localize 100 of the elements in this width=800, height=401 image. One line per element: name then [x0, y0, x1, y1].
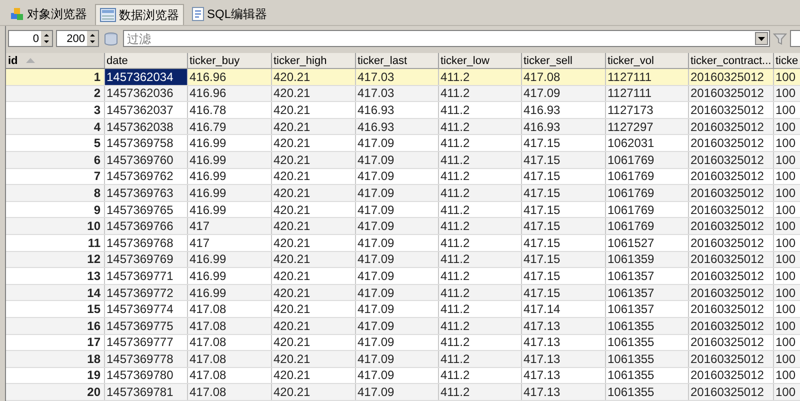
- row-number[interactable]: 1: [6, 68, 104, 86]
- column-header[interactable]: ticker_high: [271, 53, 355, 68]
- table-cell: 411.2: [438, 68, 521, 86]
- table-cell: 416.93: [355, 102, 438, 118]
- column-header[interactable]: ticker_sell: [521, 53, 605, 68]
- row-number[interactable]: 14: [6, 284, 104, 301]
- table-cell: 411.2: [438, 300, 521, 318]
- row-number[interactable]: 10: [6, 218, 104, 234]
- table-cell: 416.99: [187, 284, 271, 301]
- table-cell: 417.13: [521, 384, 605, 400]
- table-cell: 1457369768: [104, 234, 187, 252]
- table-cell: 100: [773, 184, 800, 202]
- row-number[interactable]: 6: [6, 151, 104, 168]
- table-cell: 420.21: [271, 118, 355, 135]
- table-cell: 420.21: [271, 300, 355, 318]
- table-cell: 417.15: [521, 184, 605, 202]
- row-number[interactable]: 11: [6, 234, 104, 252]
- table-cell: 20160325012: [688, 350, 773, 368]
- table-cell: 100: [773, 85, 800, 102]
- table-cell: 100: [773, 284, 800, 301]
- cubes-icon: [10, 7, 24, 21]
- table-cell: 420.21: [271, 151, 355, 168]
- column-header[interactable]: ticker_last: [355, 53, 438, 68]
- table-cell: 417: [187, 234, 271, 252]
- table-cell: 100: [773, 234, 800, 252]
- column-header[interactable]: id: [6, 53, 104, 68]
- table-cell: 1061527: [605, 234, 688, 252]
- document-icon: [192, 7, 204, 21]
- table-cell: 20160325012: [688, 251, 773, 268]
- table-cell: 1061355: [605, 350, 688, 368]
- table-cell: 416.99: [187, 151, 271, 168]
- table-cell: 417.13: [521, 317, 605, 334]
- table-cell: 100: [773, 350, 800, 368]
- table-cell: 100: [773, 300, 800, 318]
- row-number[interactable]: 20: [6, 384, 104, 400]
- table-cell: 420.21: [271, 284, 355, 301]
- table-cell: 420.21: [271, 384, 355, 400]
- table-cell: 1457369766: [104, 218, 187, 234]
- table-cell: 416.93: [521, 102, 605, 118]
- table-cell: 100: [773, 68, 800, 86]
- table-cell: 20160325012: [688, 134, 773, 152]
- table-cell: 420.21: [271, 350, 355, 368]
- table-cell: 1457362037: [104, 102, 187, 118]
- column-header[interactable]: ticker_vol: [605, 53, 688, 68]
- table-cell: 1061357: [605, 268, 688, 284]
- table-cell: 417.09: [355, 384, 438, 400]
- table-cell: 1457362038: [104, 118, 187, 135]
- table-cell: 417.15: [521, 151, 605, 168]
- table-cell: 417.03: [355, 68, 438, 86]
- table-cell: 411.2: [438, 317, 521, 334]
- row-number[interactable]: 12: [6, 251, 104, 268]
- table-cell: 100: [773, 251, 800, 268]
- column-header[interactable]: ticke: [773, 53, 800, 68]
- table-cell: 416.96: [187, 68, 271, 86]
- row-number[interactable]: 4: [6, 118, 104, 135]
- row-number[interactable]: 16: [6, 317, 104, 334]
- column-header[interactable]: ticker_contract...: [688, 53, 773, 68]
- table-cell: 20160325012: [688, 300, 773, 318]
- table-cell: 417.08: [187, 300, 271, 318]
- column-header[interactable]: date: [104, 53, 187, 68]
- table-cell: 420.21: [271, 218, 355, 234]
- table-cell: 20160325012: [688, 151, 773, 168]
- table-cell: 20160325012: [688, 268, 773, 284]
- row-number[interactable]: 13: [6, 268, 104, 284]
- row-number[interactable]: 18: [6, 350, 104, 368]
- limit-spinbox[interactable]: 200: [56, 30, 99, 47]
- table-cell: 1061355: [605, 384, 688, 400]
- table-cell: 1457369758: [104, 134, 187, 152]
- column-header[interactable]: ticker_buy: [187, 53, 271, 68]
- offset-spinbox[interactable]: 0: [8, 30, 53, 47]
- filter-combobox[interactable]: 过滤: [123, 30, 770, 47]
- table-cell: 417.09: [355, 184, 438, 202]
- table-cell: 416.99: [187, 134, 271, 152]
- row-number[interactable]: 5: [6, 134, 104, 152]
- tab[interactable]: 对象浏览器: [6, 4, 91, 24]
- table-cell: 420.21: [271, 184, 355, 202]
- table-cell: 1061769: [605, 151, 688, 168]
- table-cell: 420.21: [271, 268, 355, 284]
- table-cell: 1061769: [605, 218, 688, 234]
- row-number[interactable]: 3: [6, 102, 104, 118]
- table-cell: 417.15: [521, 134, 605, 152]
- row-number[interactable]: 15: [6, 300, 104, 318]
- table-cell: 416.93: [355, 118, 438, 135]
- tab[interactable]: 数据浏览器: [95, 4, 184, 25]
- table-cell: 417.13: [521, 350, 605, 368]
- table-cell: 20160325012: [688, 218, 773, 234]
- table-cell: 417.08: [187, 317, 271, 334]
- tab[interactable]: SQL编辑器: [188, 4, 272, 24]
- table-cell: 100: [773, 384, 800, 400]
- filter-input[interactable]: 过滤: [124, 32, 755, 46]
- table-cell: 417.14: [521, 300, 605, 318]
- column-header[interactable]: ticker_low: [438, 53, 521, 68]
- row-number[interactable]: 8: [6, 184, 104, 202]
- row-number[interactable]: 2: [6, 85, 104, 102]
- table-cell: 417.09: [355, 317, 438, 334]
- dropdown-button[interactable]: [755, 32, 768, 45]
- table-cell: 417.08: [187, 384, 271, 400]
- table-cell: 1457369778: [104, 350, 187, 368]
- table-cell: 420.21: [271, 251, 355, 268]
- table-cell: 20160325012: [688, 68, 773, 86]
